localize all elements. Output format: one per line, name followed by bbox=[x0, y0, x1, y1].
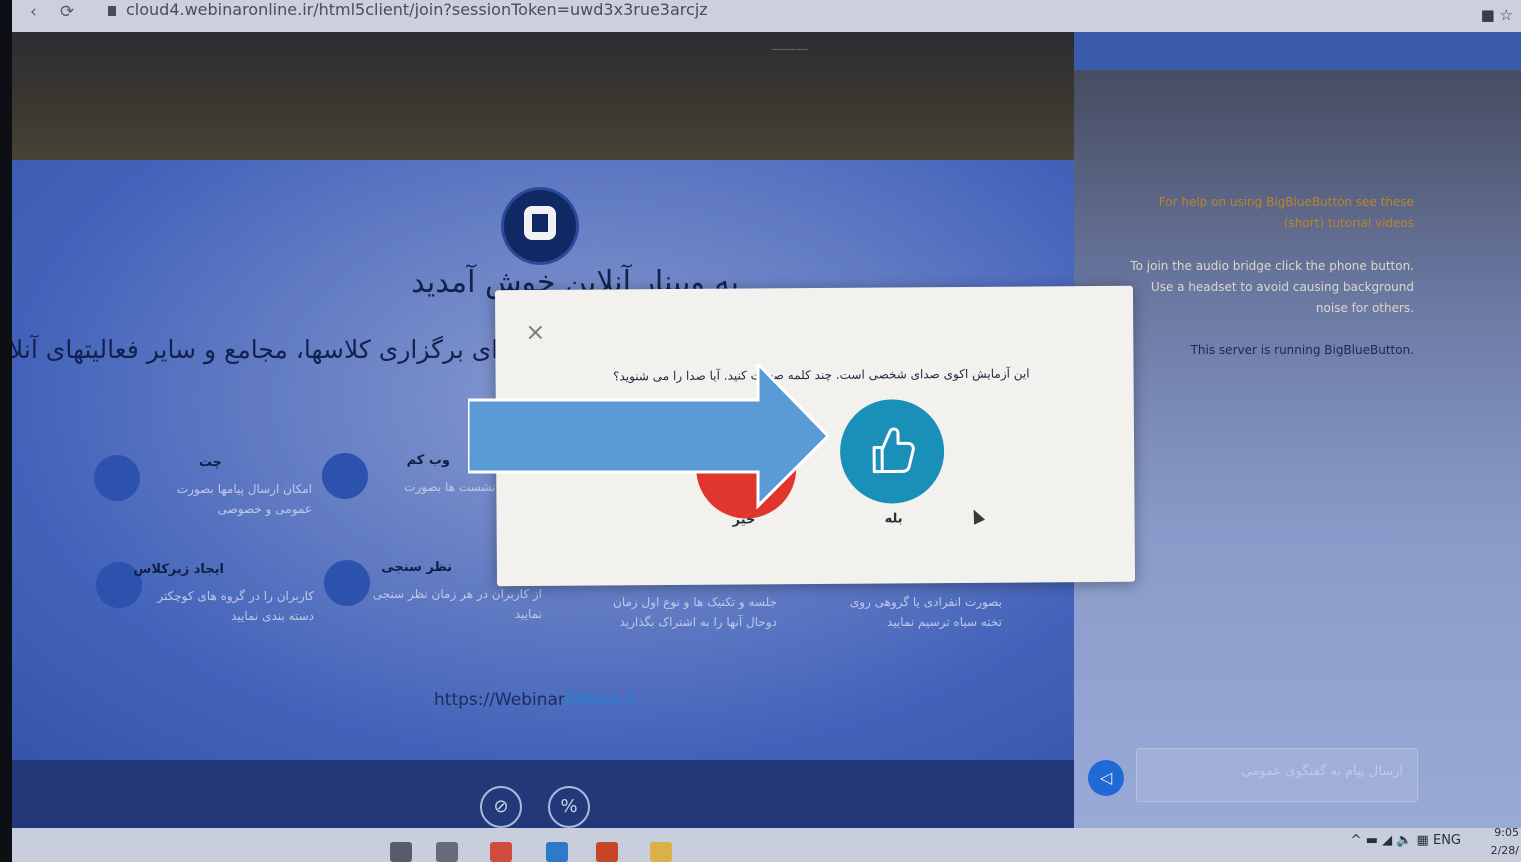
yes-button[interactable] bbox=[839, 399, 945, 504]
photo-bezel bbox=[0, 0, 12, 862]
screen: ‹ ⟳ cloud4.webinaronline.ir/html5client/… bbox=[12, 0, 1521, 862]
no-label: خیر bbox=[732, 512, 756, 528]
close-icon[interactable]: × bbox=[525, 318, 545, 346]
mouse-cursor-icon bbox=[968, 506, 985, 525]
thumbs-up-icon bbox=[872, 427, 915, 474]
annotation-arrow-icon bbox=[468, 364, 831, 510]
yes-label: بله bbox=[884, 511, 903, 527]
